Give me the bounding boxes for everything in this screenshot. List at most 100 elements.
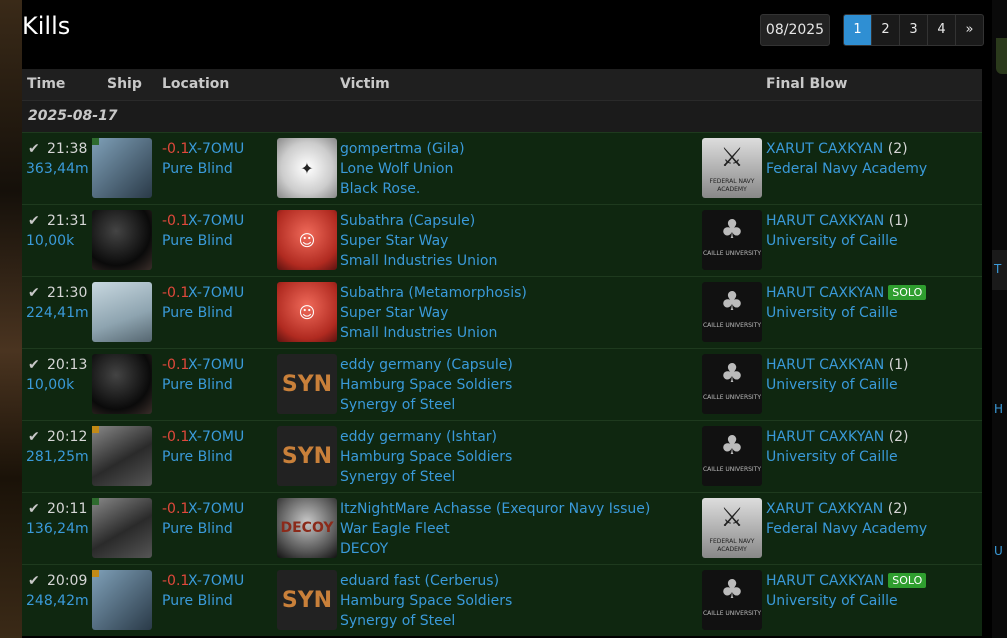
synergy-of-steel-logo[interactable]: SYN	[277, 426, 337, 486]
victim-ship[interactable]: (Exequror Navy Issue)	[496, 501, 651, 517]
synergy-of-steel-logo[interactable]: SYN	[277, 354, 337, 414]
victim-name[interactable]: gompertma	[340, 141, 422, 157]
victim-link[interactable]: Subathra (Metamorphosis)	[340, 285, 527, 301]
victim-name[interactable]: Subathra	[340, 285, 404, 301]
table-row[interactable]: ✔ 21:30 224,41m -0.1 X-7OMU Pure Blind ☺…	[22, 276, 982, 348]
ishtar-ship-icon[interactable]	[92, 426, 152, 486]
table-row[interactable]: ✔ 20:12 281,25m -0.1 X-7OMU Pure Blind S…	[22, 420, 982, 492]
federal-navy-academy-logo[interactable]: ⚔ FEDERAL NAVY ACADEMY	[702, 498, 762, 558]
isk-value[interactable]: 224,41m	[26, 305, 89, 321]
small-industries-logo[interactable]: ☺	[277, 210, 337, 270]
column-header-location[interactable]: Location	[162, 76, 229, 92]
decoy-logo[interactable]: DECOY	[277, 498, 337, 558]
victim-corp-link[interactable]: Super Star Way	[340, 233, 448, 249]
final-blow-name[interactable]: HARUT CAXKYAN	[766, 357, 884, 373]
victim-name[interactable]: eddy germany	[340, 357, 442, 373]
victim-alliance-link[interactable]: Small Industries Union	[340, 325, 497, 341]
region-link[interactable]: Pure Blind	[162, 233, 233, 249]
victim-corp-link[interactable]: Hamburg Space Soldiers	[340, 377, 512, 393]
system-link[interactable]: X-7OMU	[188, 213, 244, 229]
final-blow-link[interactable]: HARUT CAXKYAN (1)	[766, 357, 909, 373]
federal-navy-academy-logo[interactable]: ⚔ FEDERAL NAVY ACADEMY	[702, 138, 762, 198]
victim-link[interactable]: eduard fast (Cerberus)	[340, 573, 499, 589]
final-blow-name[interactable]: HARUT CAXKYAN	[766, 573, 884, 589]
victim-alliance-link[interactable]: Synergy of Steel	[340, 469, 455, 485]
system-link[interactable]: X-7OMU	[188, 141, 244, 157]
capsule-ship-icon[interactable]	[92, 210, 152, 270]
page-button-1[interactable]: 1	[844, 15, 872, 45]
table-row[interactable]: ✔ 20:13 10,00k -0.1 X-7OMU Pure Blind SY…	[22, 348, 982, 420]
final-blow-link[interactable]: HARUT CAXKYAN (2)	[766, 429, 909, 445]
isk-value[interactable]: 10,00k	[26, 377, 74, 393]
isk-value[interactable]: 10,00k	[26, 233, 74, 249]
victim-corp-link[interactable]: Super Star Way	[340, 305, 448, 321]
victim-alliance-link[interactable]: Black Rose.	[340, 181, 420, 197]
system-link[interactable]: X-7OMU	[188, 573, 244, 589]
university-of-caille-logo[interactable]: ♣ CAILLE UNIVERSITY	[702, 354, 762, 414]
isk-value[interactable]: 363,44m	[26, 161, 89, 177]
final-blow-corp-link[interactable]: University of Caille	[766, 305, 898, 321]
victim-link[interactable]: eddy germany (Capsule)	[340, 357, 513, 373]
system-link[interactable]: X-7OMU	[188, 429, 244, 445]
victim-corp-link[interactable]: Hamburg Space Soldiers	[340, 449, 512, 465]
table-row[interactable]: ✔ 21:31 10,00k -0.1 X-7OMU Pure Blind ☺ …	[22, 204, 982, 276]
capsule-ship-icon[interactable]	[92, 354, 152, 414]
black-rose-logo[interactable]: ✦	[277, 138, 337, 198]
victim-ship[interactable]: (Capsule)	[408, 213, 475, 229]
victim-name[interactable]: Subathra	[340, 213, 404, 229]
final-blow-name[interactable]: HARUT CAXKYAN	[766, 213, 884, 229]
column-header-ship[interactable]: Ship	[107, 76, 142, 92]
final-blow-name[interactable]: XARUT CAXKYAN	[766, 501, 883, 517]
final-blow-corp-link[interactable]: University of Caille	[766, 593, 898, 609]
victim-ship[interactable]: (Capsule)	[446, 357, 513, 373]
system-link[interactable]: X-7OMU	[188, 285, 244, 301]
small-industries-logo[interactable]: ☺	[277, 282, 337, 342]
cerberus-ship-icon[interactable]	[92, 570, 152, 630]
table-row[interactable]: ✔ 20:09 248,42m -0.1 X-7OMU Pure Blind S…	[22, 564, 982, 636]
isk-value[interactable]: 248,42m	[26, 593, 89, 609]
page-button-2[interactable]: 2	[872, 15, 900, 45]
region-link[interactable]: Pure Blind	[162, 449, 233, 465]
region-link[interactable]: Pure Blind	[162, 593, 233, 609]
victim-name[interactable]: eddy germany	[340, 429, 442, 445]
victim-link[interactable]: Subathra (Capsule)	[340, 213, 475, 229]
victim-alliance-link[interactable]: Small Industries Union	[340, 253, 497, 269]
region-link[interactable]: Pure Blind	[162, 377, 233, 393]
region-link[interactable]: Pure Blind	[162, 305, 233, 321]
final-blow-link[interactable]: XARUT CAXKYAN (2)	[766, 501, 908, 517]
university-of-caille-logo[interactable]: ♣ CAILLE UNIVERSITY	[702, 210, 762, 270]
final-blow-link[interactable]: HARUT CAXKYAN SOLO	[766, 285, 927, 301]
synergy-of-steel-logo[interactable]: SYN	[277, 570, 337, 630]
victim-ship[interactable]: (Gila)	[427, 141, 465, 157]
column-header-final-blow[interactable]: Final Blow	[766, 76, 847, 92]
region-link[interactable]: Pure Blind	[162, 161, 233, 177]
victim-corp-link[interactable]: Hamburg Space Soldiers	[340, 593, 512, 609]
university-of-caille-logo[interactable]: ♣ CAILLE UNIVERSITY	[702, 570, 762, 630]
victim-alliance-link[interactable]: Synergy of Steel	[340, 397, 455, 413]
exequror-navy-issue-ship-icon[interactable]	[92, 498, 152, 558]
page-button-3[interactable]: 3	[900, 15, 928, 45]
final-blow-name[interactable]: HARUT CAXKYAN	[766, 285, 884, 301]
university-of-caille-logo[interactable]: ♣ CAILLE UNIVERSITY	[702, 282, 762, 342]
page-button-4[interactable]: 4	[928, 15, 956, 45]
gila-ship-icon[interactable]	[92, 138, 152, 198]
isk-value[interactable]: 136,24m	[26, 521, 89, 537]
victim-corp-link[interactable]: War Eagle Fleet	[340, 521, 450, 537]
table-row[interactable]: ✔ 20:11 136,24m -0.1 X-7OMU Pure Blind D…	[22, 492, 982, 564]
victim-ship[interactable]: (Cerberus)	[425, 573, 500, 589]
victim-ship[interactable]: (Metamorphosis)	[408, 285, 526, 301]
final-blow-corp-link[interactable]: Federal Navy Academy	[766, 521, 927, 537]
system-link[interactable]: X-7OMU	[188, 357, 244, 373]
final-blow-name[interactable]: HARUT CAXKYAN	[766, 429, 884, 445]
final-blow-corp-link[interactable]: Federal Navy Academy	[766, 161, 927, 177]
column-header-victim[interactable]: Victim	[340, 76, 390, 92]
victim-ship[interactable]: (Ishtar)	[446, 429, 497, 445]
column-header-time[interactable]: Time	[27, 76, 65, 92]
isk-value[interactable]: 281,25m	[26, 449, 89, 465]
metamorphosis-ship-icon[interactable]	[92, 282, 152, 342]
month-selector[interactable]: 08/2025	[760, 14, 830, 46]
final-blow-link[interactable]: HARUT CAXKYAN SOLO	[766, 573, 927, 589]
final-blow-corp-link[interactable]: University of Caille	[766, 233, 898, 249]
victim-corp-link[interactable]: Lone Wolf Union	[340, 161, 453, 177]
table-row[interactable]: ✔ 21:38 363,44m -0.1 X-7OMU Pure Blind ✦…	[22, 132, 982, 204]
